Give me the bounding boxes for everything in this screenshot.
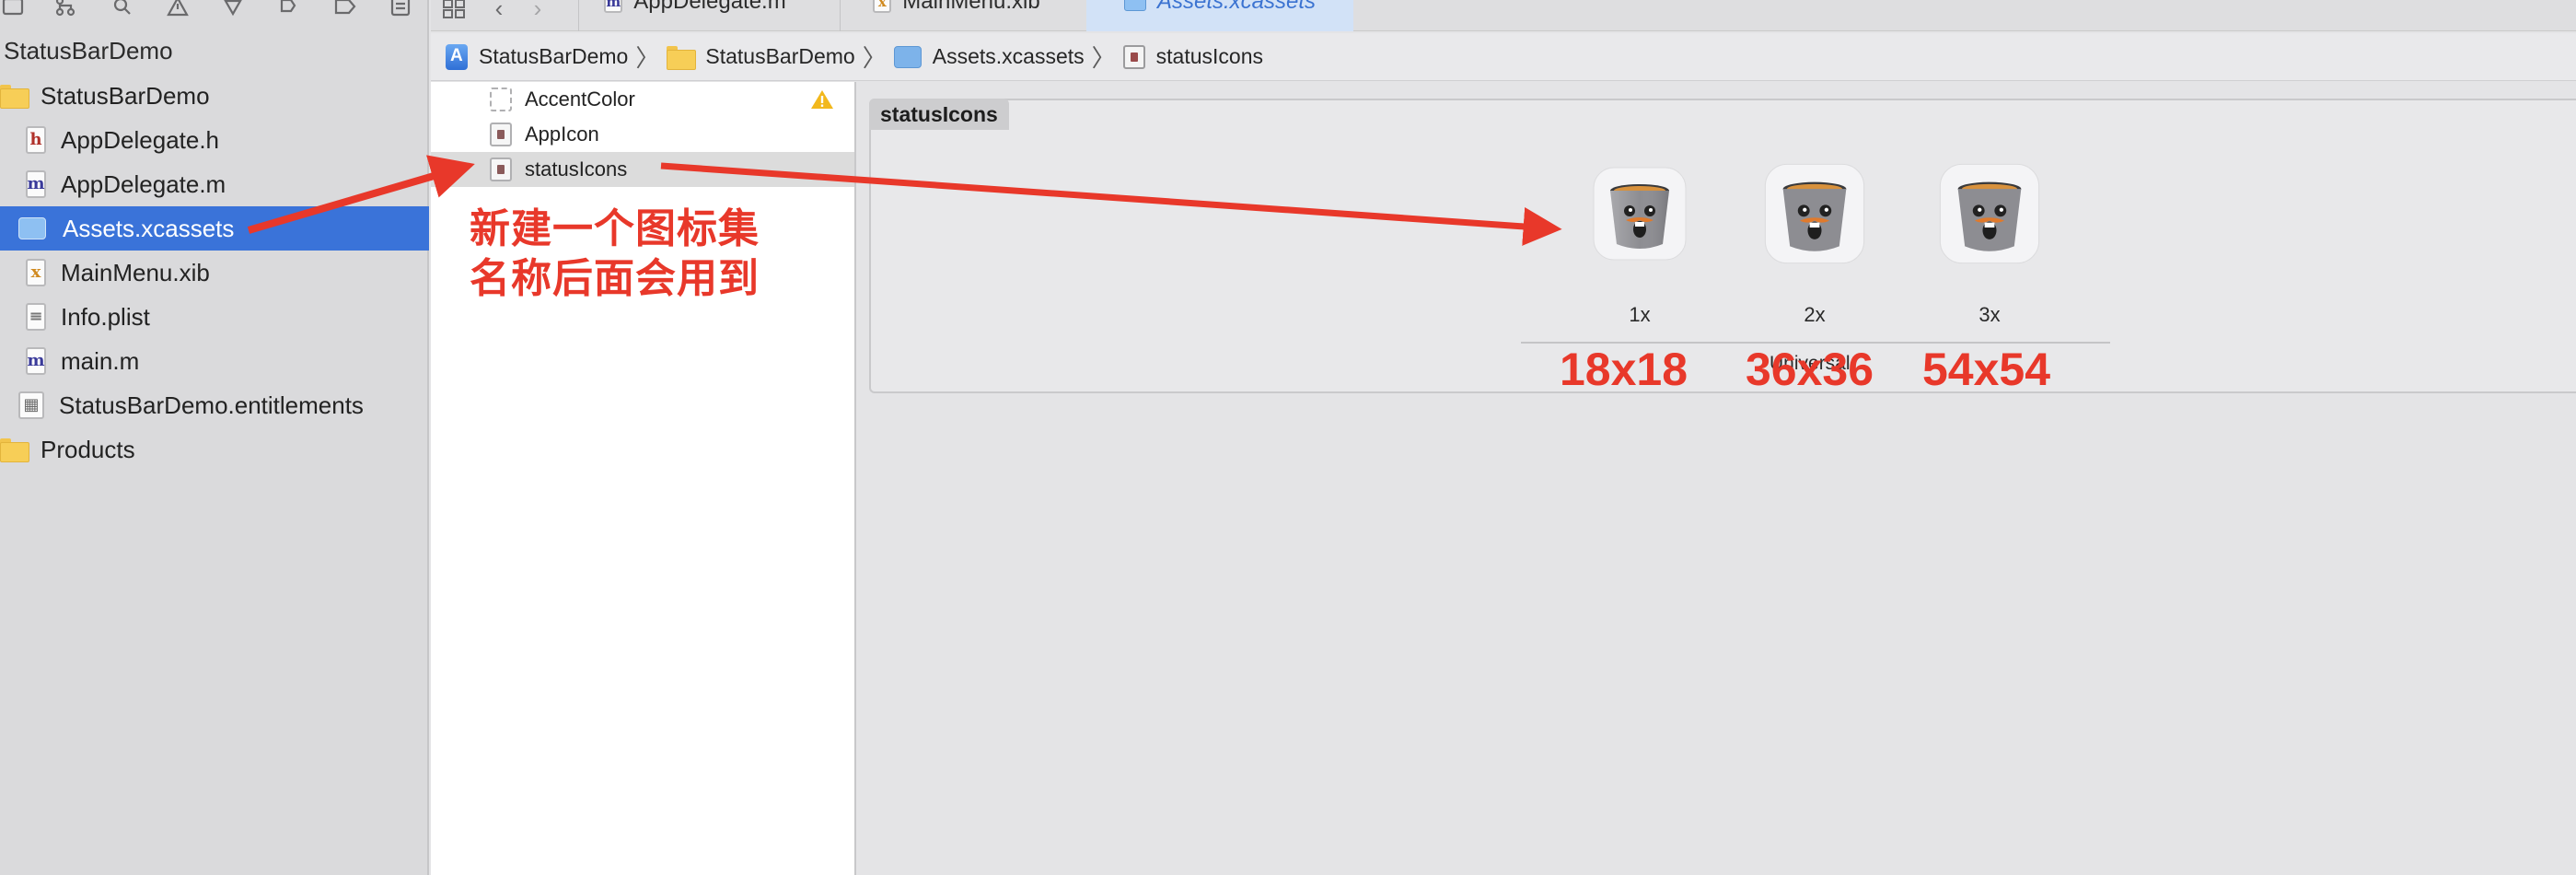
- entitlements-file-icon: ▦: [18, 391, 44, 419]
- nav-item-assets-xcassets[interactable]: Assets.xcassets: [0, 206, 429, 251]
- asset-row-statusicons[interactable]: statusIcons: [431, 152, 854, 187]
- xib-file-icon: x: [26, 259, 46, 286]
- scale-label: 2x: [1804, 303, 1826, 326]
- nav-item-label: Products: [41, 435, 135, 463]
- asset-label: statusIcons: [525, 158, 628, 181]
- image-set-panel: 1x 2x 3x Universal: [869, 99, 2576, 393]
- header-file-icon: h: [26, 126, 46, 154]
- nav-item-appdelegate-h[interactable]: h AppDelegate.h: [0, 119, 429, 161]
- annotation-size-2x: 36x36: [1746, 344, 1874, 395]
- editor-tab-bar: ‹ › m AppDelegate.m x MainMenu.xib Assets.…: [431, 0, 2576, 31]
- asset-row-appicon[interactable]: AppIcon: [431, 117, 854, 152]
- folder-icon: [0, 438, 29, 462]
- nav-item-label: Assets.xcassets: [63, 214, 235, 242]
- asset-canvas: 1x 2x 3x Universal statusIcons: [858, 82, 2576, 875]
- breadcrumb-chevron-icon: 〉: [862, 44, 887, 72]
- breadcrumb-label: StatusBarDemo: [705, 44, 855, 68]
- breadcrumb-assets[interactable]: Assets.xcassets: [893, 44, 1085, 69]
- tab-mainmenu-xib[interactable]: x MainMenu.xib: [841, 0, 1072, 31]
- slot-row: 1x 2x 3x: [871, 100, 2576, 391]
- plist-file-icon: ≡: [26, 303, 46, 331]
- breakpoint-icon[interactable]: [331, 0, 359, 18]
- test-navigator-icon[interactable]: [219, 0, 247, 18]
- tab-assets-xcassets[interactable]: Assets.xcassets: [1086, 0, 1353, 31]
- trash-mascot-icon: [1593, 167, 1687, 261]
- breadcrumb: StatusBarDemo 〉 StatusBarDemo 〉 Assets.x…: [431, 33, 2576, 81]
- objc-file-icon: m: [604, 0, 623, 13]
- breadcrumb-label: StatusBarDemo: [479, 44, 629, 68]
- grid-menu-icon[interactable]: [440, 0, 468, 22]
- debug-icon[interactable]: [274, 0, 302, 18]
- asset-row-accentcolor[interactable]: AccentColor: [431, 82, 854, 117]
- image-set-name-tab[interactable]: statusIcons: [869, 99, 1009, 130]
- asset-catalog-icon: [893, 45, 922, 68]
- project-root-item[interactable]: StatusBarDemo: [4, 37, 173, 65]
- tab-label: AppDelegate.m: [633, 0, 786, 14]
- tab-label: MainMenu.xib: [902, 0, 1040, 14]
- asset-catalog-icon: [1123, 0, 1146, 11]
- nav-item-appdelegate-m[interactable]: m AppDelegate.m: [0, 163, 429, 205]
- asset-catalog-icon: [18, 217, 46, 239]
- nav-group-statusbardemo[interactable]: StatusBarDemo: [0, 75, 429, 117]
- scale-label: 3x: [1978, 303, 2001, 326]
- nav-item-label: StatusBarDemo: [41, 81, 210, 110]
- asset-label: AccentColor: [525, 88, 635, 111]
- folder-icon: [667, 45, 697, 70]
- forward-arrow-icon[interactable]: ›: [527, 0, 549, 22]
- issue-warning-icon[interactable]: [164, 0, 191, 18]
- warning-icon[interactable]: [810, 88, 834, 111]
- breadcrumb-chevron-icon: 〉: [1091, 44, 1116, 72]
- breadcrumb-project[interactable]: StatusBarDemo: [446, 43, 629, 70]
- app-icon-set-icon: [490, 122, 512, 146]
- nav-item-label: MainMenu.xib: [61, 258, 210, 286]
- tab-divider: [840, 0, 841, 31]
- tab-appdelegate-m[interactable]: m AppDelegate.m: [580, 0, 810, 31]
- trash-mascot-icon: [1939, 163, 2040, 264]
- breadcrumb-image-set[interactable]: statusIcons: [1122, 44, 1263, 69]
- xcode-project-icon: [446, 43, 468, 70]
- image-set-icon: [1122, 44, 1145, 69]
- image-set-icon: [490, 158, 512, 181]
- nav-item-entitlements[interactable]: ▦ StatusBarDemo.entitlements: [0, 384, 429, 426]
- breadcrumb-chevron-icon: 〉: [635, 44, 660, 72]
- folder-icon: [0, 85, 29, 109]
- navigator-toolbar: [0, 0, 429, 29]
- back-arrow-icon[interactable]: ‹: [488, 0, 510, 22]
- annotation-size-3x: 54x54: [1922, 344, 2051, 395]
- nav-item-mainmenu-xib[interactable]: x MainMenu.xib: [0, 251, 429, 294]
- nav-item-label: main.m: [61, 346, 140, 375]
- objc-file-icon: m: [26, 347, 46, 375]
- scale-label: 1x: [1629, 303, 1651, 326]
- nav-group-products[interactable]: Products: [0, 428, 429, 471]
- nav-item-info-plist[interactable]: ≡ Info.plist: [0, 296, 429, 338]
- project-navigator-icon[interactable]: [0, 0, 28, 18]
- objc-file-icon: m: [26, 170, 46, 198]
- color-set-icon: [490, 88, 512, 111]
- annotation-size-1x: 18x18: [1560, 344, 1688, 395]
- breadcrumb-label: Assets.xcassets: [932, 44, 1085, 68]
- annotation-note-line2: 名称后面会用到: [470, 255, 760, 302]
- nav-item-label: AppDelegate.m: [61, 169, 226, 198]
- search-icon[interactable]: [109, 0, 136, 18]
- source-control-icon[interactable]: [52, 0, 79, 18]
- asset-label: AppIcon: [525, 122, 599, 146]
- xib-file-icon: x: [873, 0, 892, 13]
- project-navigator: StatusBarDemo StatusBarDemo h AppDelegat…: [0, 0, 429, 875]
- tab-label: Assets.xcassets: [1156, 0, 1317, 14]
- trash-mascot-icon: [1764, 163, 1865, 264]
- nav-item-label: AppDelegate.h: [61, 125, 220, 154]
- breadcrumb-group[interactable]: StatusBarDemo: [667, 44, 855, 70]
- nav-item-main-m[interactable]: m main.m: [0, 340, 429, 382]
- report-icon[interactable]: [387, 0, 414, 18]
- breadcrumb-label: statusIcons: [1155, 44, 1263, 68]
- nav-item-label: Info.plist: [61, 302, 150, 331]
- tab-divider: [578, 0, 579, 31]
- nav-item-label: StatusBarDemo.entitlements: [59, 391, 364, 419]
